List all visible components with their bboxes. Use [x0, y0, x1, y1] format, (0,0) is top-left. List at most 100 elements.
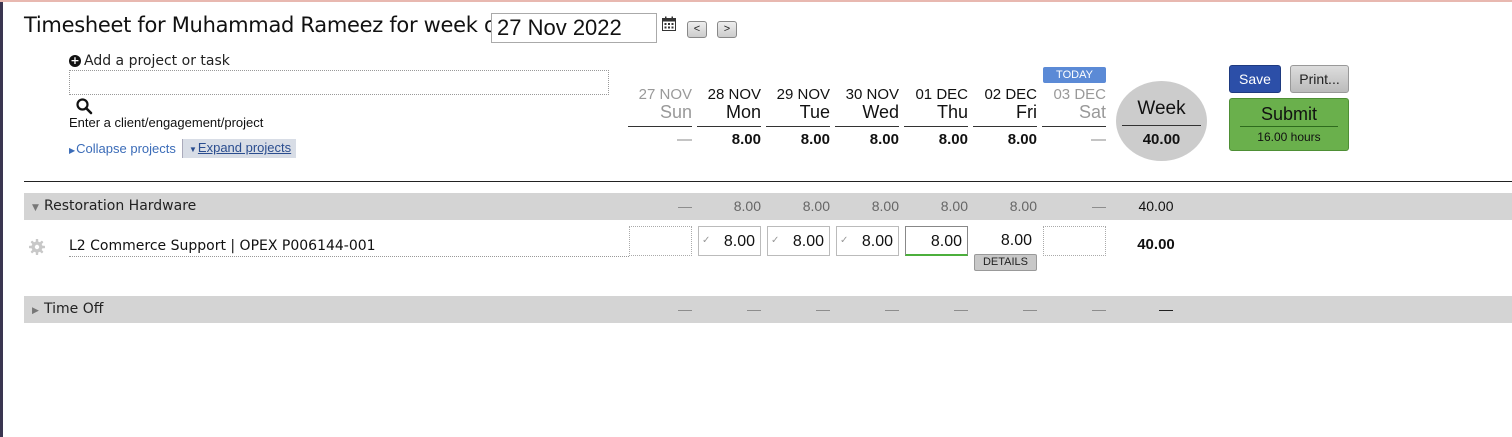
section-divider: [24, 181, 1512, 182]
day-divider: [835, 126, 899, 127]
day-header-name: Sat: [1078, 102, 1106, 122]
triangle-right-icon: ▶: [69, 146, 76, 155]
group-week-total: 40.00: [1138, 198, 1174, 214]
today-badge: TODAY: [1043, 67, 1106, 83]
hours-cell-thu[interactable]: 8.00: [905, 226, 968, 256]
top-border: [0, 0, 1512, 2]
group-day-total: 8.00: [871, 198, 899, 214]
day-header-mon: 28 NOV Mon: [697, 86, 761, 122]
task-week-total: 40.00: [1137, 236, 1175, 253]
plus-circle-icon: +: [69, 54, 81, 67]
group-day-total: —: [1023, 301, 1037, 317]
group-row-restoration-hardware[interactable]: ▼ Restoration Hardware — 8.00 8.00 8.00 8…: [24, 193, 1512, 220]
expand-projects-link[interactable]: ▼Expand projects: [182, 139, 297, 158]
approved-check-icon: ✓: [771, 235, 780, 246]
approved-check-icon: ✓: [702, 235, 711, 246]
group-day-total: —: [678, 198, 692, 214]
day-divider: [904, 126, 968, 127]
group-day-total: 8.00: [802, 198, 830, 214]
submit-hours[interactable]: 16.00 hours: [1229, 130, 1349, 144]
group-day-total: —: [954, 301, 968, 317]
week-label: Week: [1137, 98, 1186, 119]
group-title[interactable]: ▶ Time Off: [32, 301, 103, 317]
group-week-total: —: [1159, 301, 1173, 317]
day-header-thu: 01 DEC Thu: [904, 86, 968, 122]
group-name: Restoration Hardware: [44, 198, 197, 214]
add-project-label: Add a project or task: [84, 53, 230, 69]
day-total-wed: 8.00: [869, 131, 899, 148]
hours-value: 8.00: [723, 233, 755, 250]
day-header-date: 27 NOV: [638, 86, 692, 103]
day-header-tue: 29 NOV Tue: [766, 86, 830, 122]
save-button[interactable]: Save: [1229, 65, 1281, 93]
hours-cell-tue[interactable]: ✓ 8.00: [767, 226, 830, 256]
group-day-total: —: [747, 301, 761, 317]
group-day-total: —: [885, 301, 899, 317]
day-divider: [766, 126, 830, 127]
week-date-input[interactable]: [491, 13, 657, 43]
day-header-name: Tue: [799, 102, 830, 122]
day-header-date: 01 DEC: [915, 86, 968, 103]
triangle-down-icon: ▼: [32, 203, 39, 213]
page-title: Timesheet for Muhammad Rameez for week o…: [24, 13, 504, 37]
week-summary-circle: [1116, 81, 1207, 161]
search-hint: Enter a client/engagement/project: [69, 115, 264, 130]
hours-value: 8.00: [861, 233, 893, 250]
submit-divider: [1240, 126, 1338, 127]
print-button[interactable]: Print...: [1290, 65, 1349, 93]
hours-cell-mon[interactable]: ✓ 8.00: [698, 226, 761, 256]
add-project-link[interactable]: + Add a project or task: [69, 53, 230, 69]
day-header-sat: 03 DEC Sat: [1042, 86, 1106, 122]
day-header-date: 30 NOV: [845, 86, 899, 103]
triangle-down-icon: ▼: [189, 145, 197, 154]
day-total-sun: —: [677, 131, 692, 148]
day-header-date: 29 NOV: [776, 86, 830, 103]
day-header-date: 28 NOV: [707, 86, 761, 103]
group-day-total: 8.00: [733, 198, 761, 214]
hours-cell-wed[interactable]: ✓ 8.00: [836, 226, 899, 256]
day-header-date: 03 DEC: [1053, 86, 1106, 103]
left-edge-bar: [0, 0, 3, 437]
collapse-projects-link[interactable]: ▶Collapse projects: [69, 141, 176, 156]
triangle-right-icon: ▶: [32, 306, 39, 316]
group-day-total: —: [1092, 198, 1106, 214]
hours-cell-sat[interactable]: [1043, 226, 1106, 256]
group-day-total: 8.00: [1009, 198, 1037, 214]
group-day-total: —: [816, 301, 830, 317]
day-header-name: Wed: [862, 102, 899, 122]
task-name: L2 Commerce Support | OPEX P006144-001: [69, 238, 629, 257]
day-total-thu: 8.00: [938, 131, 968, 148]
group-name: Time Off: [44, 301, 104, 317]
day-header-sun: 27 NOV Sun: [628, 86, 692, 122]
gear-icon[interactable]: [28, 238, 46, 256]
week-total: 40.00: [1142, 131, 1181, 148]
search-icon[interactable]: [75, 97, 93, 115]
group-row-time-off[interactable]: ▶ Time Off — — — — — — — —: [24, 296, 1512, 323]
day-header-name: Sun: [659, 102, 692, 122]
hours-value: 8.00: [1000, 232, 1032, 249]
calendar-icon[interactable]: [661, 16, 677, 32]
hours-cell-sun[interactable]: [629, 226, 692, 256]
day-header-name: Thu: [936, 102, 968, 122]
day-header-name: Fri: [1016, 102, 1037, 122]
day-header-date: 02 DEC: [984, 86, 1037, 103]
day-header-wed: 30 NOV Wed: [835, 86, 899, 122]
group-title[interactable]: ▼ Restoration Hardware: [32, 198, 196, 214]
next-week-button[interactable]: >: [717, 21, 737, 38]
day-total-tue: 8.00: [800, 131, 830, 148]
submit-label[interactable]: Submit: [1229, 104, 1349, 125]
hours-cell-fri[interactable]: 8.00: [974, 226, 1037, 256]
day-divider: [1042, 126, 1106, 127]
day-total-fri: 8.00: [1007, 131, 1037, 148]
day-divider: [628, 126, 692, 127]
details-button[interactable]: DETAILS: [974, 254, 1037, 271]
day-total-sat: —: [1091, 131, 1106, 148]
group-day-total: 8.00: [940, 198, 968, 214]
hours-value: 8.00: [792, 233, 824, 250]
expand-projects-label: Expand projects: [197, 140, 292, 155]
group-day-total: —: [1092, 301, 1106, 317]
project-search-input[interactable]: [69, 70, 609, 95]
group-day-total: —: [678, 301, 692, 317]
day-total-mon: 8.00: [731, 131, 761, 148]
previous-week-button[interactable]: <: [687, 21, 707, 38]
